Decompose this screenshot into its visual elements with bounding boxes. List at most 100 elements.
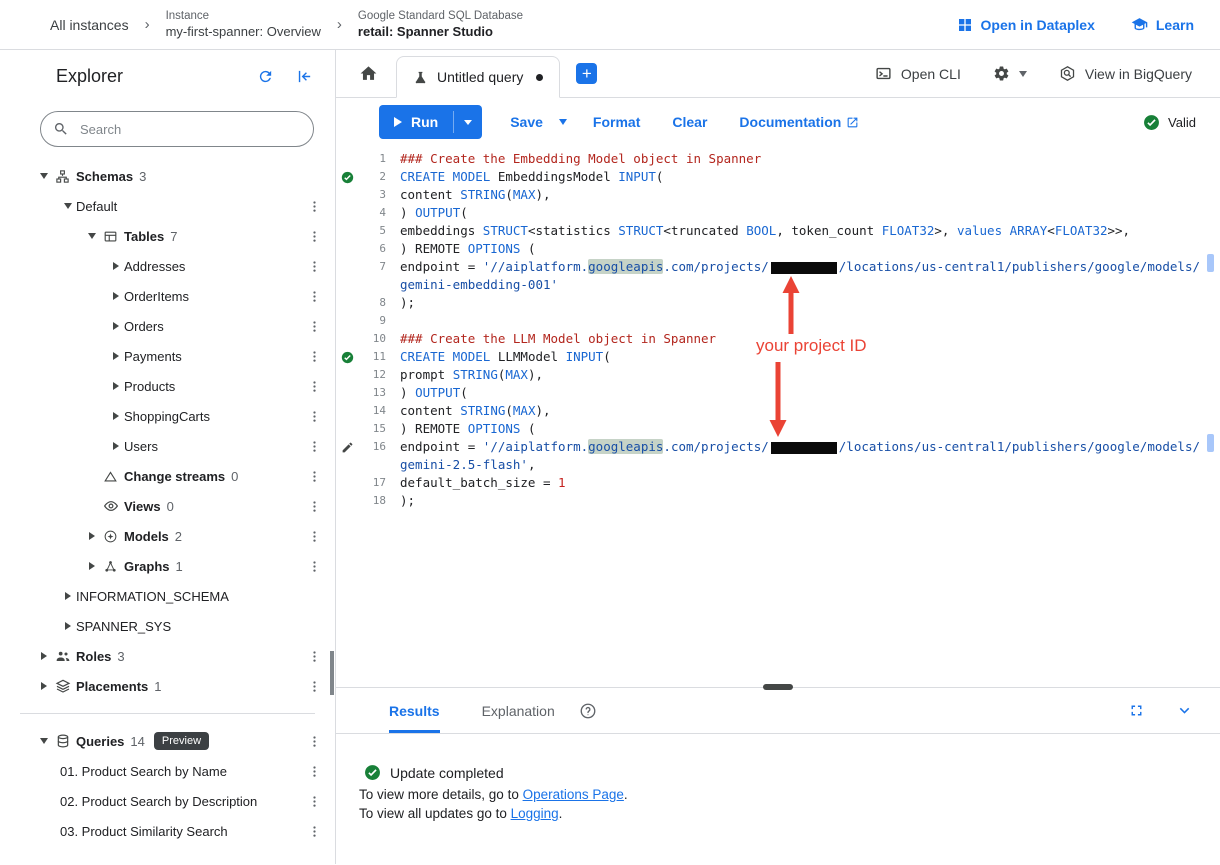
tree-item-spanner-sys[interactable]: SPANNER_SYS [0, 611, 335, 641]
code-line[interactable]: 13) OUTPUT( [336, 384, 1220, 402]
sidebar-scrollbar[interactable] [330, 651, 334, 695]
kebab-menu-icon[interactable] [305, 469, 323, 484]
breadcrumb-all-instances[interactable]: All instances [50, 17, 129, 33]
open-cli-button[interactable]: Open CLI [875, 65, 961, 82]
clear-button[interactable]: Clear [672, 114, 707, 130]
search-box[interactable] [40, 111, 314, 147]
learn-button[interactable]: Learn [1131, 16, 1194, 33]
tree-item-models[interactable]: Models2 [0, 521, 335, 551]
tree-item-change-streams[interactable]: Change streams0 [0, 461, 335, 491]
kebab-menu-icon[interactable] [305, 289, 323, 304]
kebab-menu-icon[interactable] [305, 734, 323, 749]
kebab-menu-icon[interactable] [305, 529, 323, 544]
tab-explanation[interactable]: Explanation [482, 703, 555, 719]
expander-right-icon[interactable] [36, 652, 52, 660]
code-line[interactable]: gemini-embedding-001' [336, 276, 1220, 294]
expander-right-icon[interactable] [108, 292, 124, 300]
tab-results[interactable]: Results [389, 688, 440, 733]
tree-item-roles[interactable]: Roles3 [0, 641, 335, 671]
search-input[interactable] [78, 121, 301, 138]
kebab-menu-icon[interactable] [305, 319, 323, 334]
tree-item-payments[interactable]: Payments [0, 341, 335, 371]
expander-right-icon[interactable] [84, 562, 100, 570]
tree-item-orderitems[interactable]: OrderItems [0, 281, 335, 311]
expander-right-icon[interactable] [108, 322, 124, 330]
tree-item-orders[interactable]: Orders [0, 311, 335, 341]
tree-item-03-product-similarity-search[interactable]: 03. Product Similarity Search [0, 816, 335, 846]
code-line[interactable]: 4) OUTPUT( [336, 204, 1220, 222]
tree-item-02-product-search-by-description[interactable]: 02. Product Search by Description [0, 786, 335, 816]
sql-editor[interactable]: 1### Create the Embedding Model object i… [336, 146, 1220, 687]
collapse-panel-icon[interactable] [296, 68, 313, 85]
kebab-menu-icon[interactable] [305, 439, 323, 454]
refresh-icon[interactable] [257, 68, 274, 85]
kebab-menu-icon[interactable] [305, 379, 323, 394]
fullscreen-icon[interactable] [1128, 702, 1145, 719]
save-button[interactable]: Save [510, 114, 543, 130]
code-line[interactable]: 1### Create the Embedding Model object i… [336, 150, 1220, 168]
expander-right-icon[interactable] [60, 622, 76, 630]
code-line[interactable]: 17default_batch_size = 1 [336, 474, 1220, 492]
expander-right-icon[interactable] [108, 442, 124, 450]
kebab-menu-icon[interactable] [305, 679, 323, 694]
logging-link[interactable]: Logging [511, 806, 559, 821]
expander-right-icon[interactable] [84, 532, 100, 540]
tree-item-shoppingcarts[interactable]: ShoppingCarts [0, 401, 335, 431]
tree-item-views[interactable]: Views0 [0, 491, 335, 521]
code-line[interactable]: 16endpoint = '//aiplatform.googleapis.co… [336, 438, 1220, 456]
tree-item-01-product-search-by-name[interactable]: 01. Product Search by Name [0, 756, 335, 786]
format-button[interactable]: Format [593, 114, 640, 130]
save-options-caret[interactable] [559, 119, 567, 125]
kebab-menu-icon[interactable] [305, 199, 323, 214]
code-line[interactable]: 7endpoint = '//aiplatform.googleapis.com… [336, 258, 1220, 276]
kebab-menu-icon[interactable] [305, 229, 323, 244]
collapse-results-icon[interactable] [1175, 701, 1194, 720]
expander-right-icon[interactable] [108, 262, 124, 270]
code-line[interactable]: 15) REMOTE OPTIONS ( [336, 420, 1220, 438]
code-line[interactable]: 9 [336, 312, 1220, 330]
tree-item-information-schema[interactable]: INFORMATION_SCHEMA [0, 581, 335, 611]
code-line[interactable]: 14content STRING(MAX), [336, 402, 1220, 420]
expander-down-icon[interactable] [36, 738, 52, 744]
code-line[interactable]: 8); [336, 294, 1220, 312]
kebab-menu-icon[interactable] [305, 824, 323, 839]
run-options-caret[interactable] [454, 105, 482, 139]
tree-item-placements[interactable]: Placements1 [0, 671, 335, 701]
kebab-menu-icon[interactable] [305, 259, 323, 274]
home-button[interactable] [350, 56, 386, 92]
tree-item-schemas[interactable]: Schemas3 [0, 161, 335, 191]
code-line[interactable]: gemini-2.5-flash', [336, 456, 1220, 474]
kebab-menu-icon[interactable] [305, 794, 323, 809]
breadcrumb-instance[interactable]: Instance my-first-spanner: Overview [166, 9, 321, 40]
code-line[interactable]: 2CREATE MODEL EmbeddingsModel INPUT( [336, 168, 1220, 186]
query-settings-button[interactable] [993, 65, 1027, 82]
kebab-menu-icon[interactable] [305, 409, 323, 424]
code-line[interactable]: 3content STRING(MAX), [336, 186, 1220, 204]
code-line[interactable]: 12prompt STRING(MAX), [336, 366, 1220, 384]
tree-item-graphs[interactable]: Graphs1 [0, 551, 335, 581]
tree-item-addresses[interactable]: Addresses [0, 251, 335, 281]
run-button[interactable]: Run [379, 105, 453, 139]
expander-down-icon[interactable] [84, 233, 100, 239]
tab-untitled-query[interactable]: Untitled query [396, 56, 560, 98]
kebab-menu-icon[interactable] [305, 349, 323, 364]
panel-resize-handle[interactable] [763, 684, 793, 690]
kebab-menu-icon[interactable] [305, 764, 323, 779]
expander-down-icon[interactable] [60, 203, 76, 209]
new-tab-button[interactable]: + [576, 63, 597, 84]
view-in-bigquery-button[interactable]: View in BigQuery [1059, 65, 1192, 82]
tree-item-users[interactable]: Users [0, 431, 335, 461]
code-line[interactable]: 5embeddings STRUCT<statistics STRUCT<tru… [336, 222, 1220, 240]
expander-right-icon[interactable] [108, 352, 124, 360]
kebab-menu-icon[interactable] [305, 649, 323, 664]
operations-page-link[interactable]: Operations Page [523, 787, 624, 802]
tree-item-queries[interactable]: Queries14Preview [0, 726, 335, 756]
tree-item-default[interactable]: Default [0, 191, 335, 221]
expander-right-icon[interactable] [108, 382, 124, 390]
expander-down-icon[interactable] [36, 173, 52, 179]
tree-item-tables[interactable]: Tables7 [0, 221, 335, 251]
code-line[interactable]: 6) REMOTE OPTIONS ( [336, 240, 1220, 258]
documentation-link[interactable]: Documentation [739, 114, 859, 130]
expander-right-icon[interactable] [60, 592, 76, 600]
open-in-dataplex-button[interactable]: Open in Dataplex [957, 17, 1095, 33]
